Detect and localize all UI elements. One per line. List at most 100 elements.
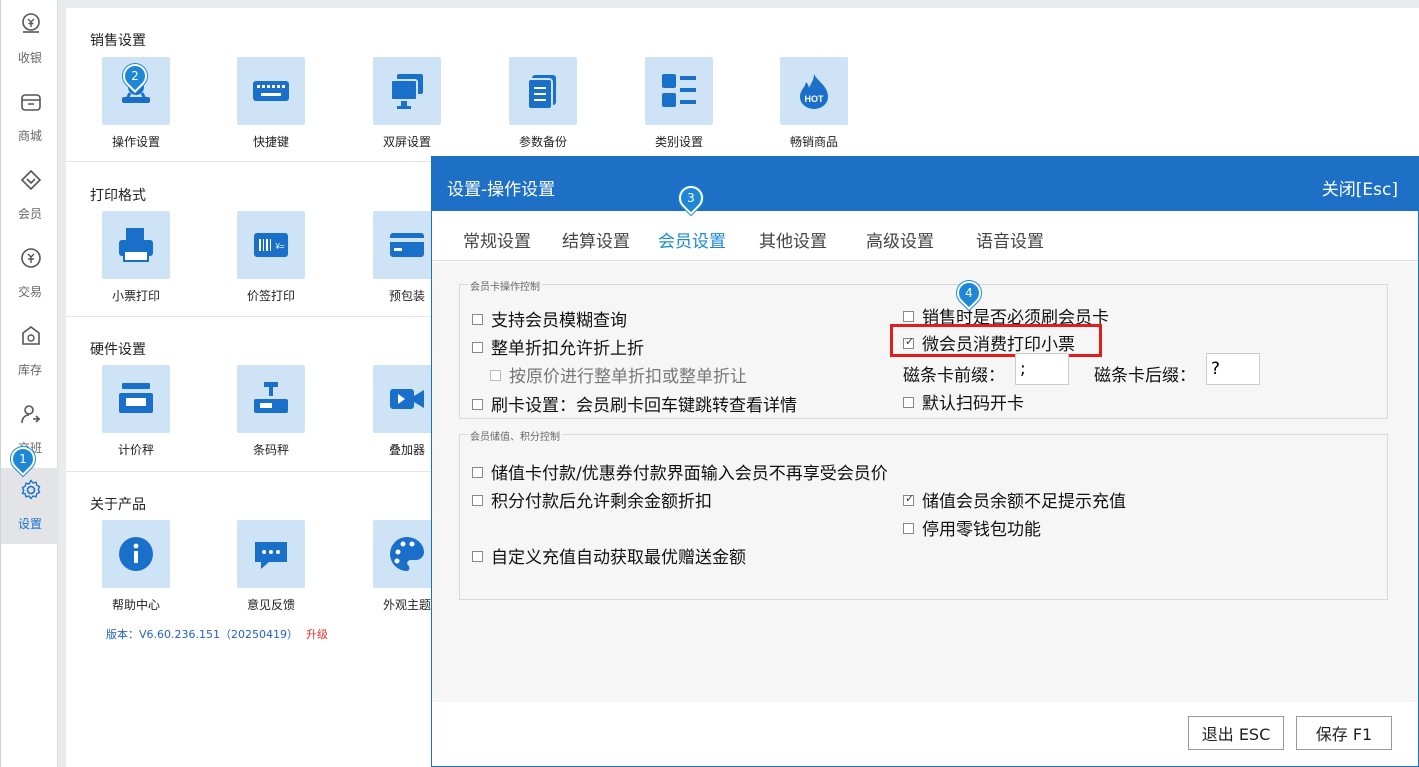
tile-feedback[interactable]: 意见反馈 (221, 520, 321, 620)
checkbox[interactable] (903, 311, 914, 322)
checkbox[interactable] (472, 342, 483, 353)
tile-barcode-scale[interactable]: 条码秤 (221, 365, 321, 465)
tile-shortcut-keys[interactable]: 快捷键 (221, 57, 321, 157)
checkbox[interactable] (472, 495, 483, 506)
inventory-icon (22, 326, 40, 345)
checkbox[interactable] (490, 370, 501, 381)
tile-price-label-print[interactable]: ¥= 价签打印 (221, 211, 321, 311)
tab-other[interactable]: 其他设置 (759, 227, 827, 252)
sidebar-item-settings[interactable]: 设置 (1, 468, 59, 544)
option-label: 支持会员模糊查询 (491, 311, 627, 331)
checkbox[interactable] (472, 551, 483, 562)
mall-icon (21, 94, 41, 111)
sidebar-item-mall[interactable]: 商城 (1, 80, 59, 150)
tile-param-backup[interactable]: 参数备份 (493, 57, 593, 157)
option-low-balance-reminder[interactable]: 储值会员余额不足提示充值 (903, 487, 1126, 512)
option-label: 按原价进行整单折扣或整单折让 (509, 367, 747, 387)
tile-receipt-print[interactable]: 小票打印 (86, 211, 186, 311)
option-points-remaining-discount[interactable]: 积分付款后允许剩余金额折扣 (472, 487, 712, 512)
tile-icon-box (645, 57, 713, 125)
option-auto-best-bonus[interactable]: 自定义充值自动获取最优赠送金额 (472, 543, 746, 568)
sidebar-item-cashier[interactable]: 收银 (1, 2, 59, 72)
sidebar-item-inventory[interactable]: 库存 (1, 314, 59, 384)
option-label: 储值会员余额不足提示充值 (922, 492, 1126, 512)
tile-label: 操作设置 (111, 135, 160, 149)
checkbox[interactable] (472, 467, 483, 478)
checkbox-checked[interactable] (903, 492, 914, 506)
section-sales: 销售设置 操作设置 快捷键 双屏设置 参数备份 类别设置 HOT 畅销商品 (66, 8, 1419, 162)
save-button[interactable]: 保存 F1 (1296, 716, 1392, 750)
badge-number: 3 (687, 191, 695, 205)
exit-button[interactable]: 退出 ESC (1188, 716, 1284, 750)
dialog-header: 设置-操作设置 关闭[Esc] (432, 157, 1418, 211)
option-fuzzy-search[interactable]: 支持会员模糊查询 (472, 306, 627, 331)
section-title: 销售设置 (90, 33, 146, 49)
magstripe-suffix-input[interactable] (1206, 353, 1260, 385)
tab-checkout[interactable]: 结算设置 (562, 227, 630, 252)
dialog-close-button[interactable]: 关闭[Esc] (1322, 175, 1398, 200)
tile-price-scale[interactable]: 计价秤 (86, 365, 186, 465)
shift-icon (21, 405, 41, 424)
tile-label: 类别设置 (654, 135, 703, 149)
group-legend: 会员储值、积分控制 (468, 428, 562, 443)
tile-icon-box (102, 520, 170, 588)
tile-label: 小票打印 (111, 289, 160, 303)
magstripe-prefix-input[interactable] (1015, 353, 1069, 385)
section-title: 硬件设置 (90, 342, 146, 358)
sidebar-item-label: 库存 (17, 363, 42, 377)
option-label: 自定义充值自动获取最优赠送金额 (491, 548, 746, 568)
tile-label: 畅销商品 (789, 135, 838, 149)
option-label: 积分付款后允许剩余金额折扣 (491, 492, 712, 512)
tile-dual-screen[interactable]: 双屏设置 (357, 57, 457, 157)
checkbox[interactable] (903, 397, 914, 408)
option-allow-stacked-discount[interactable]: 整单折扣允许折上折 (472, 334, 644, 359)
sidebar-item-label: 设置 (17, 517, 42, 531)
tile-label: 条码秤 (252, 443, 289, 457)
option-label: 默认扫码开卡 (922, 394, 1024, 414)
checkbox-checked[interactable] (903, 335, 914, 349)
settings-dialog: 设置-操作设置 关闭[Esc] 常规设置 结算设置 会员设置 其他设置 高级设置… (431, 156, 1419, 767)
tile-category-settings[interactable]: 类别设置 (629, 57, 729, 157)
svg-text:¥=: ¥= (274, 242, 284, 251)
tile-icon-box (237, 365, 305, 433)
tile-label: 计价秤 (117, 443, 154, 457)
tab-advanced[interactable]: 高级设置 (866, 227, 934, 252)
tile-icon-box (373, 57, 441, 125)
card-icon (390, 233, 424, 257)
option-no-member-price-stored-card[interactable]: 储值卡付款/优惠券付款界面输入会员不再享受会员价 (472, 459, 888, 484)
tile-hot-items[interactable]: HOT 畅销商品 (764, 57, 864, 157)
option-label: 整单折扣允许折上折 (491, 339, 644, 359)
option-label: 停用零钱包功能 (922, 520, 1041, 540)
magstripe-suffix-label: 磁条卡后缀： (1094, 366, 1196, 386)
option-card-swipe-detail[interactable]: 刷卡设置：会员刷卡回车键跳转查看详情 (472, 391, 797, 416)
sidebar-item-member[interactable]: 会员 (1, 158, 59, 228)
upgrade-link[interactable]: 升级 (306, 628, 328, 641)
checkbox[interactable] (472, 314, 483, 325)
group-member-stored-value: 会员储值、积分控制 储值卡付款/优惠券付款界面输入会员不再享受会员价 积分付款后… (459, 428, 1388, 600)
option-wechat-member-print-receipt[interactable]: 微会员消费打印小票 (903, 330, 1075, 355)
checkbox[interactable] (472, 399, 483, 410)
tile-help-center[interactable]: 帮助中心 (86, 520, 186, 620)
checkbox[interactable] (903, 523, 914, 534)
dialog-title: 设置-操作设置 (447, 180, 556, 200)
tile-icon-box (237, 520, 305, 588)
hot-flame-icon: HOT (800, 74, 828, 109)
tab-voice[interactable]: 语音设置 (976, 227, 1044, 252)
version-text: 版本：V6.60.236.151（20250419） (106, 628, 298, 641)
tile-label: 意见反馈 (246, 598, 295, 612)
tile-icon-box: HOT (780, 57, 848, 125)
tile-icon-box: ¥= (237, 211, 305, 279)
sidebar-item-label: 交易 (17, 285, 42, 299)
sidebar: 收银 商城 会员 交易 库存 交班 设置 (0, 0, 59, 767)
scale-icon (119, 383, 153, 413)
barcode-price-icon: ¥= (254, 233, 288, 257)
badge-number: 1 (19, 452, 27, 466)
gear-icon (21, 479, 41, 500)
tile-label: 帮助中心 (111, 598, 160, 612)
option-original-price-discount[interactable]: 按原价进行整单折扣或整单折让 (490, 362, 747, 387)
sidebar-item-transaction[interactable]: 交易 (1, 236, 59, 306)
option-disable-change-wallet[interactable]: 停用零钱包功能 (903, 515, 1041, 540)
tab-member[interactable]: 会员设置 (658, 227, 726, 252)
tab-general[interactable]: 常规设置 (463, 227, 531, 252)
option-default-scan-open-card[interactable]: 默认扫码开卡 (903, 389, 1024, 414)
